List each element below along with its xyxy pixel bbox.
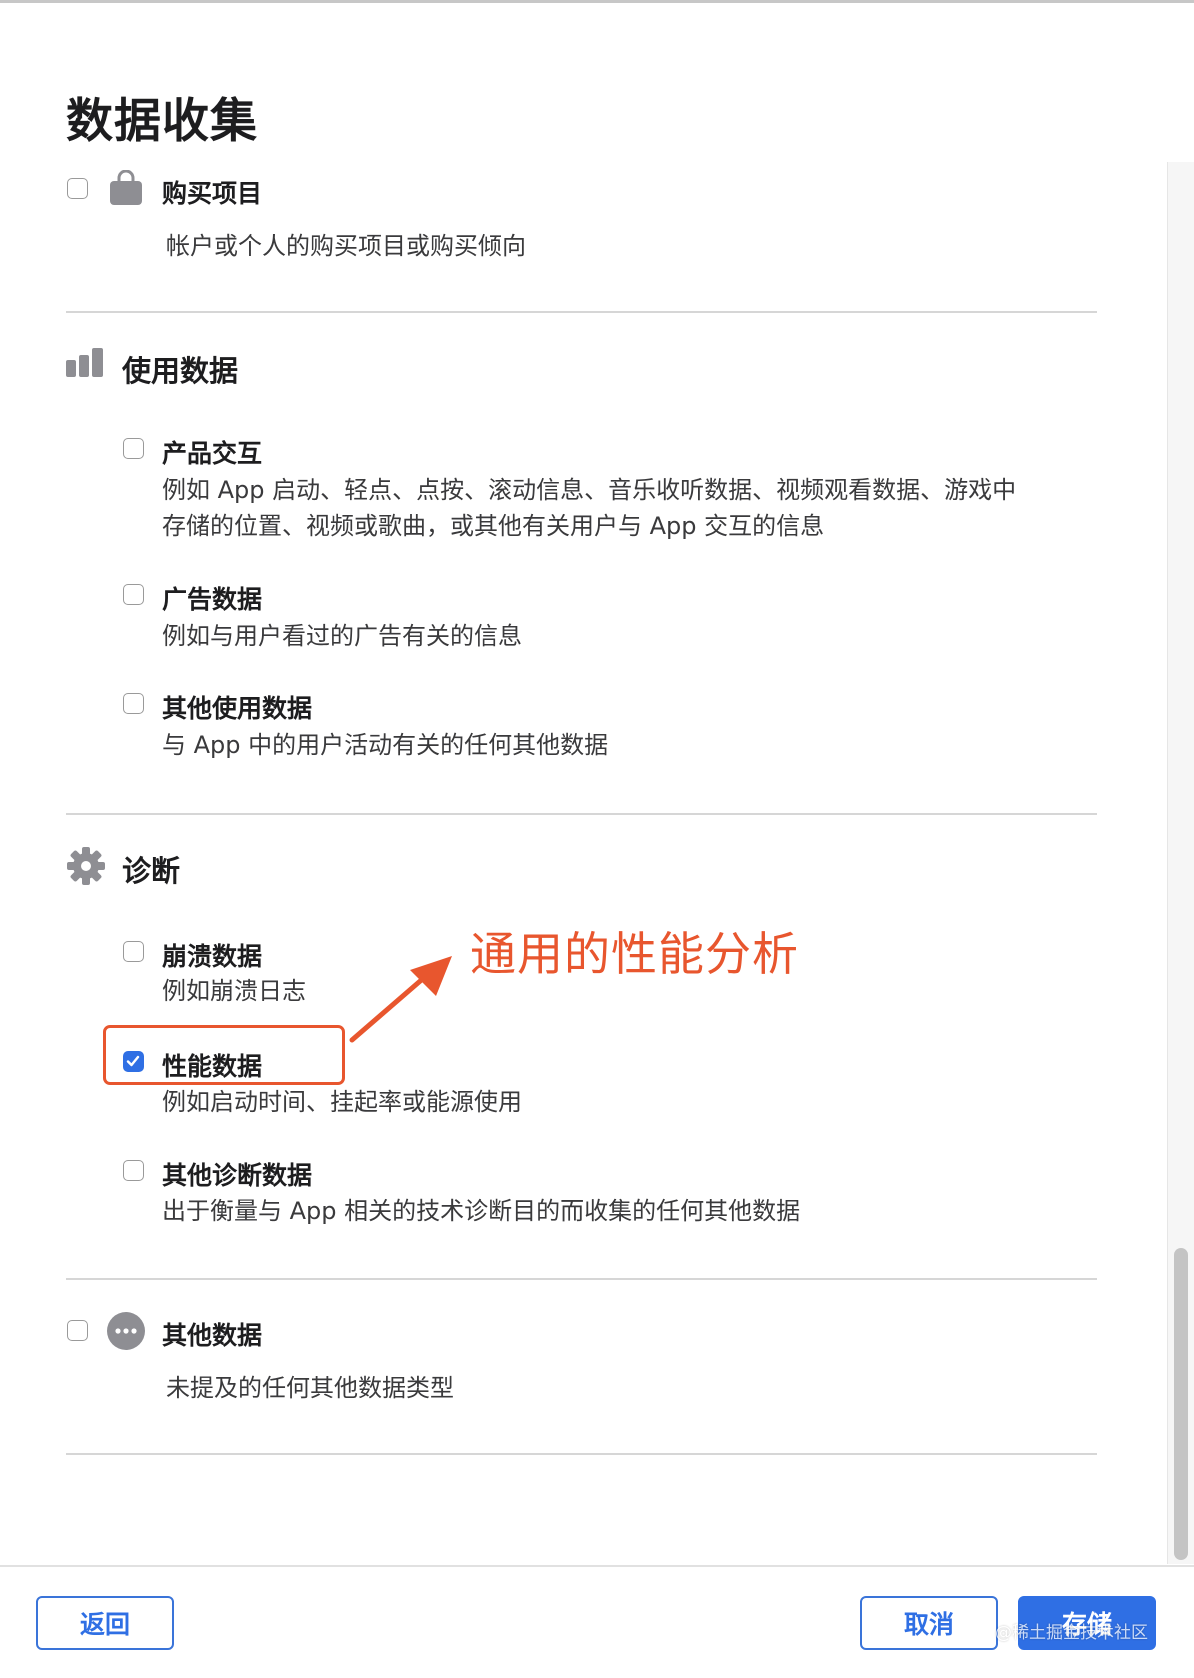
section-divider [66,311,1097,313]
advertising-data-checkbox[interactable] [123,584,144,605]
advertising-data-description: 例如与用户看过的广告有关的信息 [162,622,522,650]
product-interaction-description-line1: 例如 App 启动、轻点、点按、滚动信息、音乐收听数据、视频观看数据、游戏中 [162,476,1017,504]
other-usage-data-checkbox[interactable] [123,693,144,714]
section-divider [66,1278,1097,1280]
watermark: @稀土掘金技术社区 [995,1623,1148,1643]
other-diagnostics-label: 其他诊断数据 [162,1161,313,1190]
performance-data-description: 例如启动时间、挂起率或能源使用 [162,1088,522,1116]
crash-data-label: 崩溃数据 [162,942,263,971]
back-button[interactable]: 返回 [36,1596,174,1650]
crash-data-checkbox[interactable] [123,941,144,962]
highlight-box [103,1025,345,1085]
product-interaction-label: 产品交互 [162,439,263,468]
advertising-data-label: 广告数据 [162,585,263,614]
footer-divider [0,1565,1194,1567]
section-divider [66,813,1097,815]
other-diagnostics-checkbox[interactable] [123,1160,144,1181]
purchases-description: 帐户或个人的购买项目或购买倾向 [166,232,526,260]
other-data-description: 未提及的任何其他数据类型 [166,1374,454,1402]
annotation-arrow-icon [340,948,460,1052]
diagnostics-section-title: 诊断 [122,854,181,888]
window-top-border [0,0,1194,3]
annotation-text: 通用的性能分析 [470,927,799,981]
crash-data-description: 例如崩溃日志 [162,977,306,1005]
other-diagnostics-description: 出于衡量与 App 相关的技术诊断目的而收集的任何其他数据 [162,1197,801,1225]
gear-icon [66,846,106,890]
other-usage-data-description: 与 App 中的用户活动有关的任何其他数据 [162,731,609,759]
scrollbar-thumb[interactable] [1174,1248,1188,1560]
product-interaction-checkbox[interactable] [123,438,144,459]
other-usage-data-label: 其他使用数据 [162,694,313,723]
shopping-bag-icon [108,169,144,210]
purchases-checkbox[interactable] [67,178,88,199]
usage-section-title: 使用数据 [122,354,239,388]
purchases-label: 购买项目 [162,179,263,208]
other-data-label: 其他数据 [162,1321,263,1350]
cancel-button[interactable]: 取消 [860,1596,998,1650]
product-interaction-description-line2: 存储的位置、视频或歌曲，或其他有关用户与 App 交互的信息 [162,512,825,540]
section-divider [66,1453,1097,1455]
other-data-checkbox[interactable] [67,1320,88,1341]
bar-chart-icon [66,348,106,382]
page-title: 数据收集 [66,94,258,149]
ellipsis-circle-icon [106,1311,146,1355]
